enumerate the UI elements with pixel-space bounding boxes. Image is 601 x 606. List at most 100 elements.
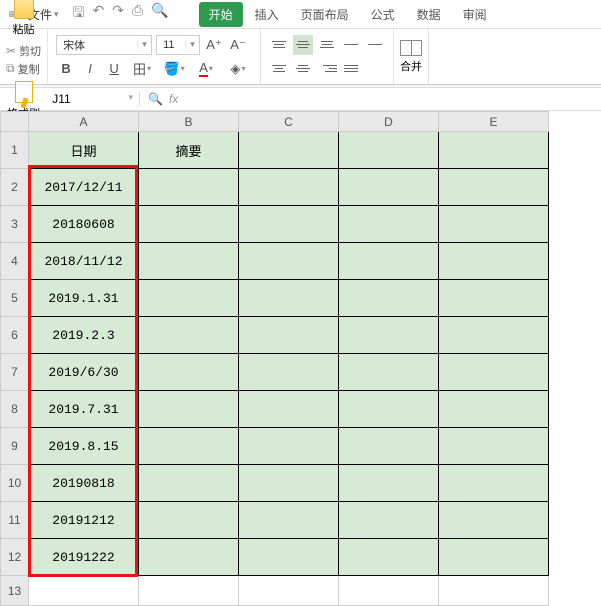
cell[interactable] xyxy=(139,465,239,502)
cell[interactable] xyxy=(239,354,339,391)
formula-bar[interactable]: 🔍 fx xyxy=(140,92,192,106)
row-header[interactable]: 13 xyxy=(1,576,29,606)
row-header[interactable]: 5 xyxy=(1,280,29,317)
effects-button[interactable]: ◈▾ xyxy=(224,59,252,79)
cell[interactable] xyxy=(439,132,549,169)
cell[interactable] xyxy=(139,576,239,606)
cell[interactable]: 日期 xyxy=(29,132,139,169)
indent-increase-button[interactable] xyxy=(365,35,385,55)
cell[interactable] xyxy=(439,539,549,576)
cell[interactable] xyxy=(439,576,549,606)
font-size-combo[interactable]: 11 ▾ xyxy=(156,35,200,55)
cell[interactable] xyxy=(339,465,439,502)
align-middle-button[interactable] xyxy=(293,35,313,55)
cell[interactable] xyxy=(139,354,239,391)
cell[interactable] xyxy=(139,428,239,465)
cell[interactable] xyxy=(339,206,439,243)
cell[interactable] xyxy=(239,391,339,428)
align-bottom-button[interactable] xyxy=(317,35,337,55)
cell[interactable] xyxy=(239,132,339,169)
cell[interactable] xyxy=(139,539,239,576)
preview-icon[interactable]: 🔍 xyxy=(151,2,168,26)
cell[interactable] xyxy=(439,391,549,428)
col-header-a[interactable]: A xyxy=(29,112,139,132)
increase-font-button[interactable]: A⁺ xyxy=(204,35,224,55)
merge-group[interactable]: 合并 xyxy=(394,29,429,84)
col-header-d[interactable]: D xyxy=(339,112,439,132)
cell[interactable] xyxy=(239,280,339,317)
cell[interactable] xyxy=(439,206,549,243)
paste-button[interactable]: 粘贴 xyxy=(9,0,39,39)
redo-icon[interactable]: ↷ xyxy=(112,2,124,26)
cell[interactable] xyxy=(239,502,339,539)
cell[interactable] xyxy=(339,243,439,280)
align-right-button[interactable] xyxy=(317,59,337,79)
bold-button[interactable]: B xyxy=(56,59,76,79)
cell[interactable] xyxy=(339,354,439,391)
border-button[interactable]: 田▾ xyxy=(128,59,156,79)
row-header[interactable]: 9 xyxy=(1,428,29,465)
align-top-button[interactable] xyxy=(269,35,289,55)
copy-button[interactable]: ⧉复制 xyxy=(6,61,41,77)
cell[interactable] xyxy=(439,243,549,280)
cell[interactable] xyxy=(339,132,439,169)
spreadsheet-grid[interactable]: A B C D E 1日期摘要22017/12/1132018060842018… xyxy=(0,111,601,606)
cell[interactable] xyxy=(439,502,549,539)
tab-formula[interactable]: 公式 xyxy=(361,2,405,27)
underline-button[interactable]: U xyxy=(104,59,124,79)
font-color-button[interactable]: A▾ xyxy=(192,59,220,79)
cell[interactable] xyxy=(339,317,439,354)
cell[interactable] xyxy=(239,317,339,354)
font-name-combo[interactable]: 宋体 ▾ xyxy=(56,35,152,55)
cell[interactable]: 2018/11/12 xyxy=(29,243,139,280)
align-justify-button[interactable] xyxy=(341,59,361,79)
align-center-button[interactable] xyxy=(293,59,313,79)
align-left-button[interactable] xyxy=(269,59,289,79)
cell[interactable]: 2019.8.15 xyxy=(29,428,139,465)
cell[interactable]: 20190818 xyxy=(29,465,139,502)
cell[interactable] xyxy=(139,280,239,317)
cell[interactable]: 2019.7.31 xyxy=(29,391,139,428)
cell[interactable] xyxy=(339,539,439,576)
name-box[interactable]: J11 xyxy=(0,92,140,106)
cell[interactable]: 20180608 xyxy=(29,206,139,243)
row-header[interactable]: 3 xyxy=(1,206,29,243)
decrease-font-button[interactable]: A⁻ xyxy=(228,35,248,55)
cell[interactable] xyxy=(339,428,439,465)
cell[interactable] xyxy=(439,354,549,391)
select-all-corner[interactable] xyxy=(1,112,29,132)
cell[interactable] xyxy=(239,465,339,502)
cell[interactable] xyxy=(139,317,239,354)
row-header[interactable]: 7 xyxy=(1,354,29,391)
cell[interactable] xyxy=(139,206,239,243)
cell[interactable] xyxy=(439,428,549,465)
cell[interactable] xyxy=(439,465,549,502)
tab-start[interactable]: 开始 xyxy=(199,2,243,27)
row-header[interactable]: 8 xyxy=(1,391,29,428)
cell[interactable]: 2019.1.31 xyxy=(29,280,139,317)
tab-layout[interactable]: 页面布局 xyxy=(291,2,359,27)
col-header-e[interactable]: E xyxy=(439,112,549,132)
cell[interactable] xyxy=(239,169,339,206)
cell[interactable] xyxy=(339,169,439,206)
cut-button[interactable]: ✂剪切 xyxy=(6,43,41,59)
cell[interactable] xyxy=(239,539,339,576)
row-header[interactable]: 1 xyxy=(1,132,29,169)
cell[interactable] xyxy=(339,280,439,317)
cell[interactable] xyxy=(139,243,239,280)
row-header[interactable]: 11 xyxy=(1,502,29,539)
cell[interactable] xyxy=(239,243,339,280)
cell[interactable] xyxy=(439,169,549,206)
cell[interactable] xyxy=(239,576,339,606)
cell[interactable] xyxy=(139,391,239,428)
tab-review[interactable]: 审阅 xyxy=(453,2,497,27)
cell[interactable] xyxy=(29,576,139,606)
cell[interactable] xyxy=(139,169,239,206)
cell[interactable]: 20191222 xyxy=(29,539,139,576)
col-header-b[interactable]: B xyxy=(139,112,239,132)
italic-button[interactable]: I xyxy=(80,59,100,79)
cell[interactable]: 20191212 xyxy=(29,502,139,539)
cell[interactable] xyxy=(339,576,439,606)
row-header[interactable]: 2 xyxy=(1,169,29,206)
cell[interactable] xyxy=(339,391,439,428)
